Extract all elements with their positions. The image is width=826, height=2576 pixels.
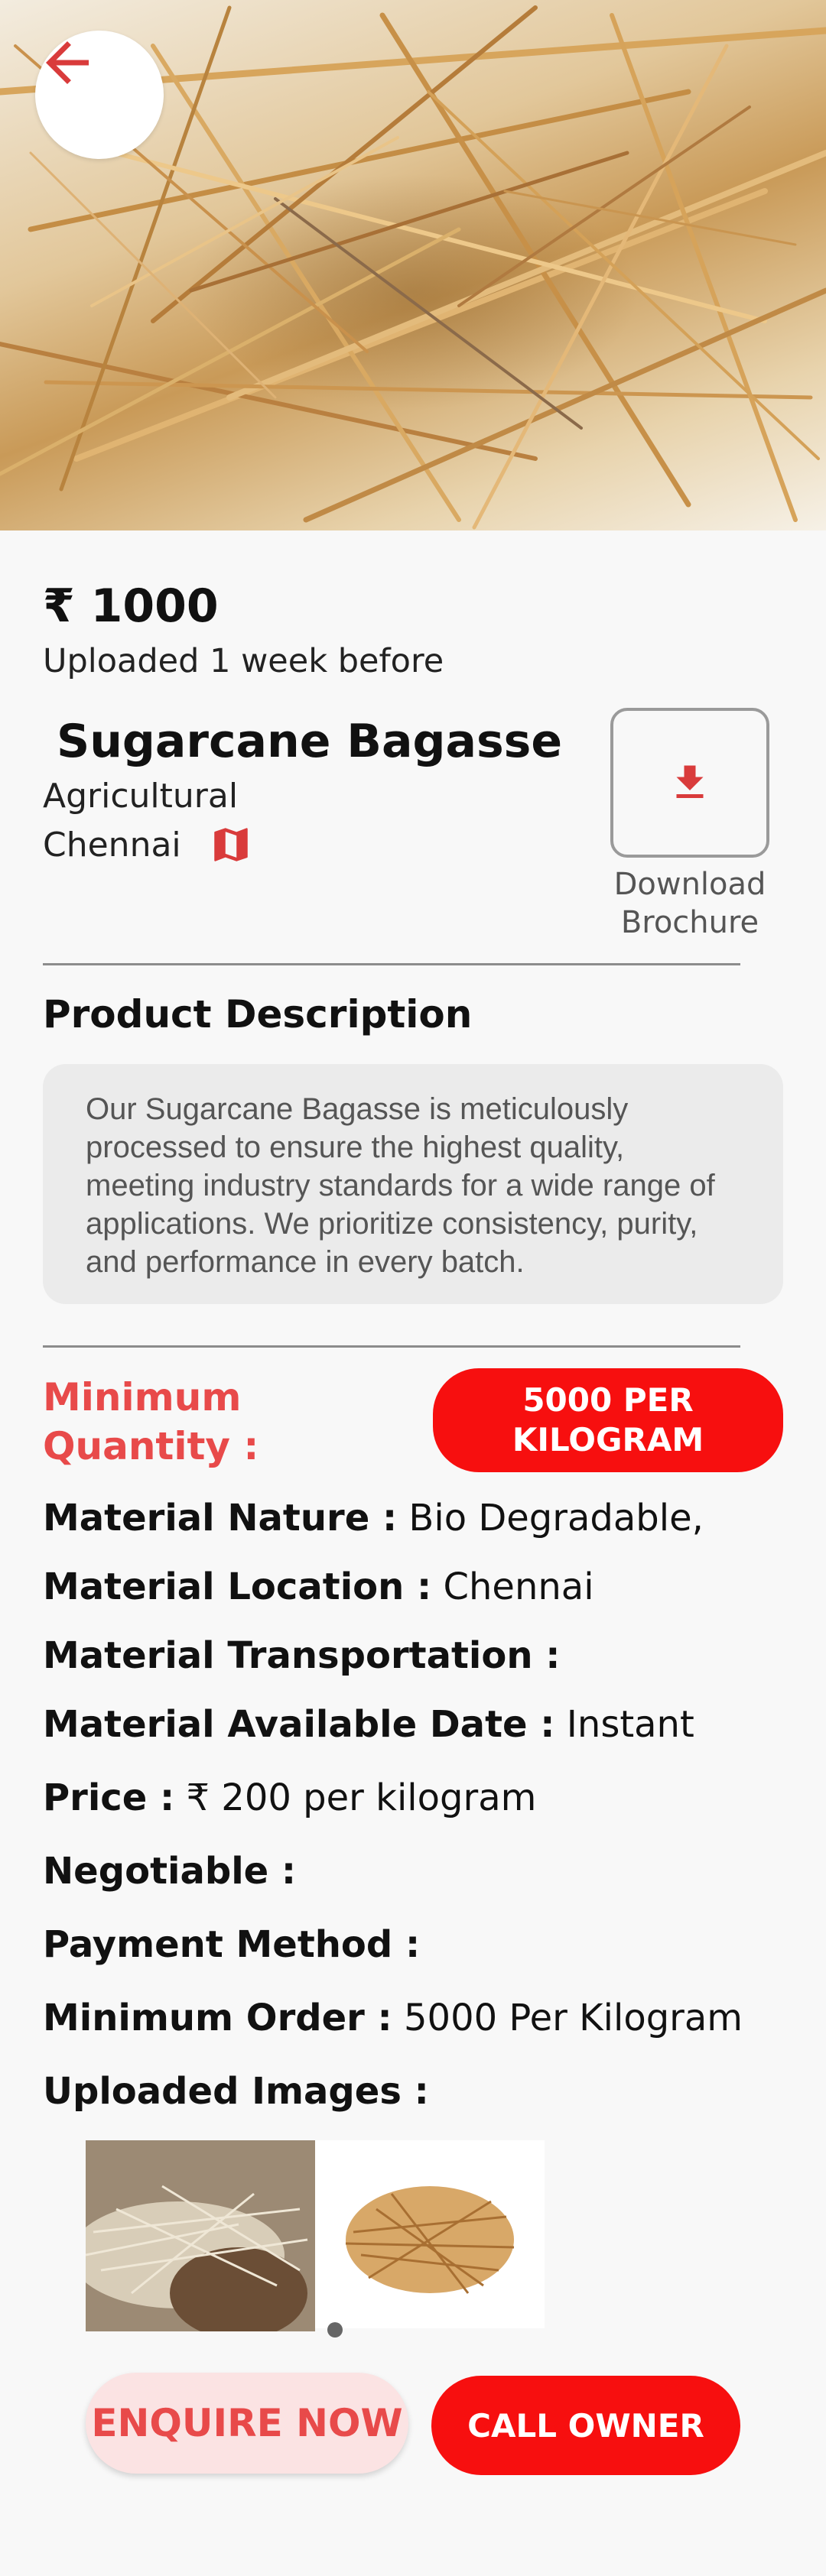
download-brochure-label[interactable]: Download Brochure	[589, 865, 791, 942]
spec-minimum-order: Minimum Order : 5000 Per Kilogram	[43, 1997, 743, 2039]
spec-material-location: Material Location : Chennai	[43, 1565, 594, 1608]
listing-price: ₹ 1000	[43, 579, 219, 633]
product-description-box: Our Sugarcane Bagasse is meticulously pr…	[43, 1064, 783, 1304]
divider	[43, 1345, 740, 1348]
back-button[interactable]	[35, 31, 164, 159]
product-location: Chennai	[43, 822, 253, 867]
download-brochure-button[interactable]	[610, 708, 769, 858]
uploaded-image-1[interactable]	[86, 2140, 315, 2331]
spec-material-transportation: Material Transportation :	[43, 1634, 561, 1677]
uploaded-time: Uploaded 1 week before	[43, 642, 444, 680]
spec-negotiable: Negotiable :	[43, 1850, 297, 1893]
image-carousel-indicator	[327, 2322, 343, 2338]
call-owner-button[interactable]: CALL OWNER	[431, 2376, 740, 2475]
location-text: Chennai	[43, 825, 181, 865]
product-category: Agricultural	[43, 777, 239, 816]
spec-uploaded-images: Uploaded Images :	[43, 2070, 429, 2113]
spec-price: Price : ₹ 200 per kilogram	[43, 1776, 537, 1819]
product-description-heading: Product Description	[43, 992, 473, 1037]
hero-image	[0, 0, 826, 530]
spec-material-available-date: Material Available Date : Instant	[43, 1703, 694, 1746]
product-detail-page: ₹ 1000 Uploaded 1 week before Sugarcane …	[0, 0, 826, 2576]
enquire-now-button[interactable]: ENQUIRE NOW	[86, 2373, 408, 2474]
minimum-quantity-badge: 5000 PER KILOGRAM	[433, 1368, 783, 1472]
spec-payment-method: Payment Method :	[43, 1923, 421, 1966]
divider	[43, 963, 740, 965]
map-icon[interactable]	[209, 822, 253, 867]
uploaded-image-2[interactable]	[315, 2140, 545, 2328]
product-description-text: Our Sugarcane Bagasse is meticulously pr…	[86, 1092, 715, 1279]
minimum-quantity-label: Minimum Quantity :	[43, 1375, 259, 1468]
spec-material-nature: Material Nature : Bio Degradable,	[43, 1497, 704, 1539]
product-title: Sugarcane Bagasse	[57, 715, 563, 768]
arrow-left-icon	[46, 41, 89, 84]
download-icon	[676, 765, 704, 798]
